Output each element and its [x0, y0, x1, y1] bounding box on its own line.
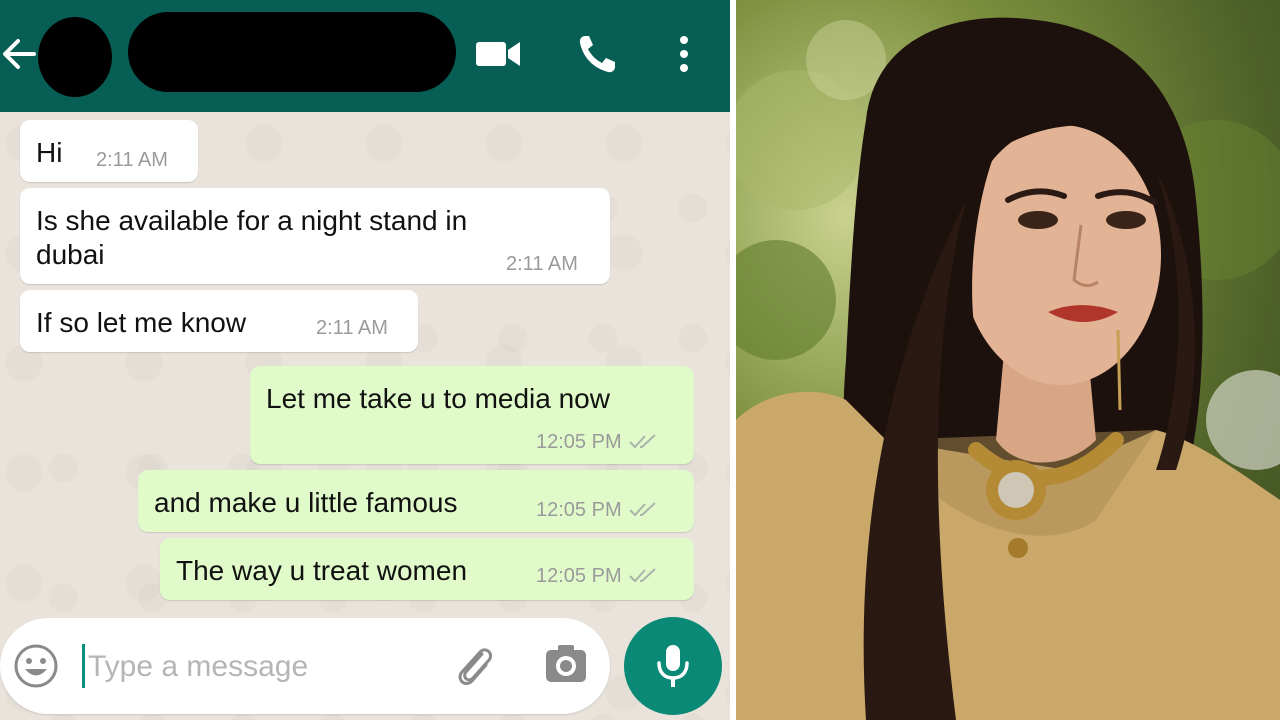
message-time: 12:05 PM: [536, 564, 658, 588]
message-composer: [0, 618, 610, 714]
message-incoming[interactable]: Hi 2:11 AM: [20, 120, 198, 182]
message-text: and make u little famous: [154, 487, 458, 518]
message-text: Let me take u to media now: [266, 383, 610, 414]
contact-name-redacted[interactable]: [128, 12, 456, 92]
message-text: Is she available for a night stand in: [36, 205, 468, 236]
arrow-left-icon[interactable]: [0, 36, 38, 72]
read-ticks-icon: [628, 502, 656, 517]
vertical-dots-icon[interactable]: [670, 32, 698, 76]
chat-screenshot: Hi 2:11 AM Is she available for a night …: [0, 0, 730, 720]
message-incoming[interactable]: Is she available for a night stand in du…: [20, 188, 610, 284]
text-cursor: [82, 644, 85, 688]
portrait-illustration: [736, 17, 1280, 720]
message-time: 2:11 AM: [506, 253, 578, 275]
message-outgoing[interactable]: The way u treat women 12:05 PM: [160, 538, 694, 600]
camera-icon[interactable]: [544, 642, 588, 686]
message-outgoing[interactable]: and make u little famous 12:05 PM: [138, 470, 694, 532]
message-outgoing[interactable]: Let me take u to media now 12:05 PM: [250, 366, 694, 464]
message-text-line-2: dubai: [36, 239, 105, 270]
paperclip-icon[interactable]: [452, 642, 496, 688]
message-time: 12:05 PM: [536, 430, 658, 454]
microphone-button[interactable]: [624, 617, 722, 715]
message-text: Hi: [36, 137, 63, 168]
read-ticks-icon: [628, 434, 656, 449]
message-time: 12:05 PM: [536, 498, 658, 522]
message-time-value: 12:05 PM: [536, 499, 622, 521]
message-incoming[interactable]: If so let me know 2:11 AM: [20, 290, 418, 352]
microphone-icon: [657, 645, 689, 687]
video-camera-icon[interactable]: [474, 36, 522, 72]
message-text: The way u treat women: [176, 555, 468, 586]
message-time: 2:11 AM: [96, 149, 168, 171]
read-ticks-icon: [628, 568, 656, 583]
message-time-value: 12:05 PM: [536, 431, 622, 453]
chat-header: [0, 0, 730, 112]
contact-avatar-redacted[interactable]: [38, 17, 112, 97]
message-time: 2:11 AM: [316, 317, 388, 339]
message-input[interactable]: [86, 638, 430, 696]
emoji-icon[interactable]: [12, 642, 60, 690]
woman-portrait-photo: [736, 0, 1280, 720]
phone-icon[interactable]: [576, 32, 618, 76]
message-text: If so let me know: [36, 307, 247, 338]
message-time-value: 12:05 PM: [536, 565, 622, 587]
